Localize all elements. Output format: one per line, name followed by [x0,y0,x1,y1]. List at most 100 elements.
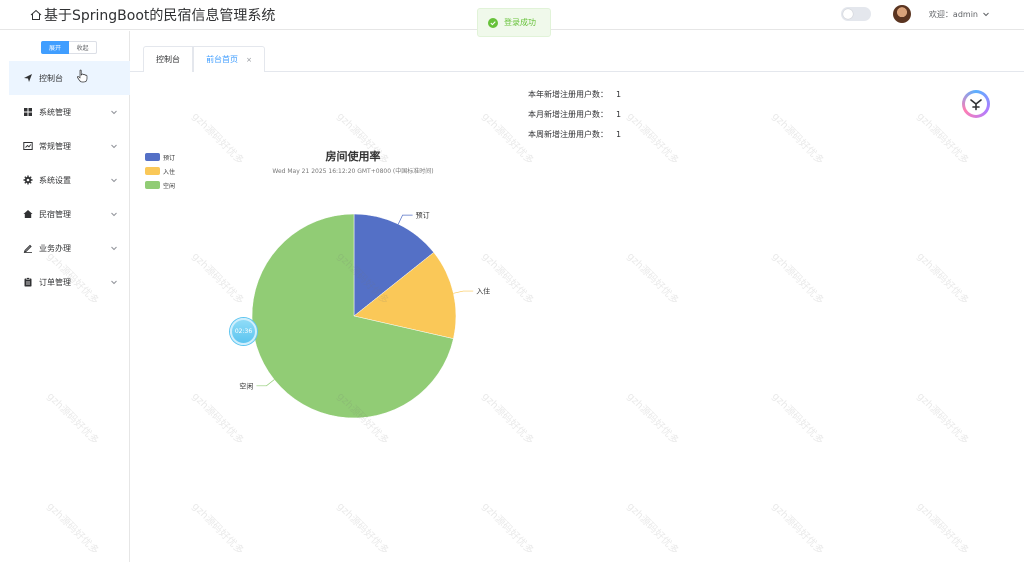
chart-subtitle: Wed May 21 2025 16:12:20 GMT+0800 (中国标准时… [272,168,434,175]
watermark-text: gzh源码好优多 [189,111,246,167]
sidebar-item-dashboard[interactable]: 控制台 [9,61,130,95]
sidebar-item-order-management[interactable]: 订单管理 [9,265,130,299]
stat-value: 1 [616,130,622,139]
sidebar-item-label: 民宿管理 [39,209,71,219]
legend-item-checked-in[interactable]: 入住 [145,164,175,178]
collapse-button[interactable]: 收起 [69,41,97,54]
sidebar-item-label: 业务办理 [39,243,71,253]
watermark-text: gzh源码好优多 [769,111,826,167]
sidebar-item-system-management[interactable]: 系统管理 [9,95,130,129]
watermark-text: gzh源码好优多 [334,501,391,557]
stat-label: 本周新增注册用户数： [528,130,608,139]
dashboard-icon [23,142,33,150]
user-menu[interactable]: 欢迎：admin [929,9,990,20]
watermark-text: gzh源码好优多 [189,391,246,447]
avatar[interactable] [892,5,911,23]
theme-toggle[interactable] [840,7,871,21]
stat-value: 1 [616,90,622,99]
pie-slice-vacant[interactable] [251,213,454,419]
chevron-down-icon [111,110,117,115]
pie-slice-checked-in[interactable] [353,252,457,339]
watermark-text: gzh源码好优多 [479,501,536,557]
chevron-down-icon [111,144,117,149]
app-title: 基于SpringBoot的民宿信息管理系统 [30,5,275,25]
sidebar-item-system-settings[interactable]: 系统设置 [9,163,130,197]
floating-timer[interactable]: 02:36 [230,318,257,345]
collapse-toggle-group: 展开 收起 [41,41,97,54]
watermark-text: gzh源码好优多 [624,391,681,447]
watermark-text: gzh源码好优多 [769,501,826,557]
pie-label-reserved: 预订 [416,211,430,220]
welcome-text: 欢迎：admin [928,9,978,19]
chevron-down-icon [111,246,117,251]
chart-title: 房间使用率 [325,150,381,163]
chevron-down-icon [111,178,117,183]
watermark-text: gzh源码好优多 [479,251,536,307]
sidebar-item-homestay-management[interactable]: 民宿管理 [9,197,130,231]
pie-slice-reserved[interactable] [353,213,435,317]
clipboard-icon [24,277,32,287]
pie-label-vacant: 空闲 [239,381,253,390]
sidebar-menu: 控制台 系统管理 常规管理 系统设置 民宿管理 业务办理 订单管理 [9,61,130,299]
watermark-text: gzh源码好优多 [479,391,536,447]
sidebar-item-label: 系统管理 [39,107,71,117]
check-circle-icon [488,17,498,28]
watermark-text: gzh源码好优多 [914,251,971,307]
chart-legend: 预订 入住 空闲 [145,150,175,192]
watermark-text: gzh源码好优多 [624,111,681,167]
success-toast: 登录成功 [477,8,551,37]
chevron-down-icon [111,280,117,285]
expand-button[interactable]: 展开 [41,41,69,54]
watermark-text: gzh源码好优多 [914,111,971,167]
stat-value: 1 [616,110,622,119]
stat-week-new-users: 本周新增注册用户数： 1 [528,129,621,140]
legend-swatch [145,153,160,161]
watermark-text: gzh源码好优多 [914,391,971,447]
watermark-text: gzh源码好优多 [334,251,391,307]
legend-label: 空闲 [163,182,176,190]
pie-leader-line [256,379,275,387]
home-icon [30,9,42,20]
sidebar: 展开 收起 控制台 系统管理 常规管理 系统设置 民宿管理 业务办理 订单管理 [9,31,130,562]
sidebar-item-business[interactable]: 业务办理 [9,231,130,265]
gear-icon [23,175,33,185]
watermark-text: gzh源码好优多 [769,251,826,307]
pie-leader-line [453,290,474,294]
sidebar-item-label: 常规管理 [39,141,71,151]
hand-cursor-icon [77,69,88,83]
legend-item-vacant[interactable]: 空闲 [145,178,175,192]
legend-swatch [145,181,160,189]
sidebar-item-label: 系统设置 [39,175,71,185]
watermark-text: gzh源码好优多 [624,251,681,307]
stat-label: 本月新增注册用户数： [528,110,608,119]
close-icon[interactable]: × [246,56,252,64]
legend-item-reserved[interactable]: 预订 [145,150,175,164]
sidebar-item-label: 订单管理 [39,277,71,287]
stat-label: 本年新增注册用户数： [528,90,608,99]
legend-label: 入住 [163,168,176,176]
grid-icon [24,108,32,116]
watermark-text: gzh源码好优多 [624,501,681,557]
watermark-text: gzh源码好优多 [189,251,246,307]
app-title-text: 基于SpringBoot的民宿信息管理系统 [44,8,276,24]
sidebar-item-general-management[interactable]: 常规管理 [9,129,130,163]
tab-dashboard[interactable]: 控制台 [143,46,193,72]
send-icon [24,74,32,82]
chevron-down-icon [983,12,989,17]
edit-icon [23,244,32,253]
tab-bar: 控制台 前台首页 × [130,44,1024,72]
legend-swatch [145,167,160,175]
logo-mark-icon [970,99,982,111]
watermark-text: gzh源码好优多 [769,391,826,447]
pie-leader-line [397,214,413,225]
tab-label: 前台首页 [206,55,239,64]
tab-label: 控制台 [156,55,180,64]
stat-year-new-users: 本年新增注册用户数： 1 [528,89,621,100]
app-root: 基于SpringBoot的民宿信息管理系统 欢迎：admin 登录成功 展开 收… [0,0,1024,562]
tab-frontend-home[interactable]: 前台首页 × [193,46,265,72]
watermark-text: gzh源码好优多 [189,501,246,557]
watermark-text: gzh源码好优多 [914,501,971,557]
toast-message: 登录成功 [504,18,536,27]
assistant-float-button[interactable] [962,90,990,118]
pie-chart: 预订入住空闲 [239,211,490,419]
